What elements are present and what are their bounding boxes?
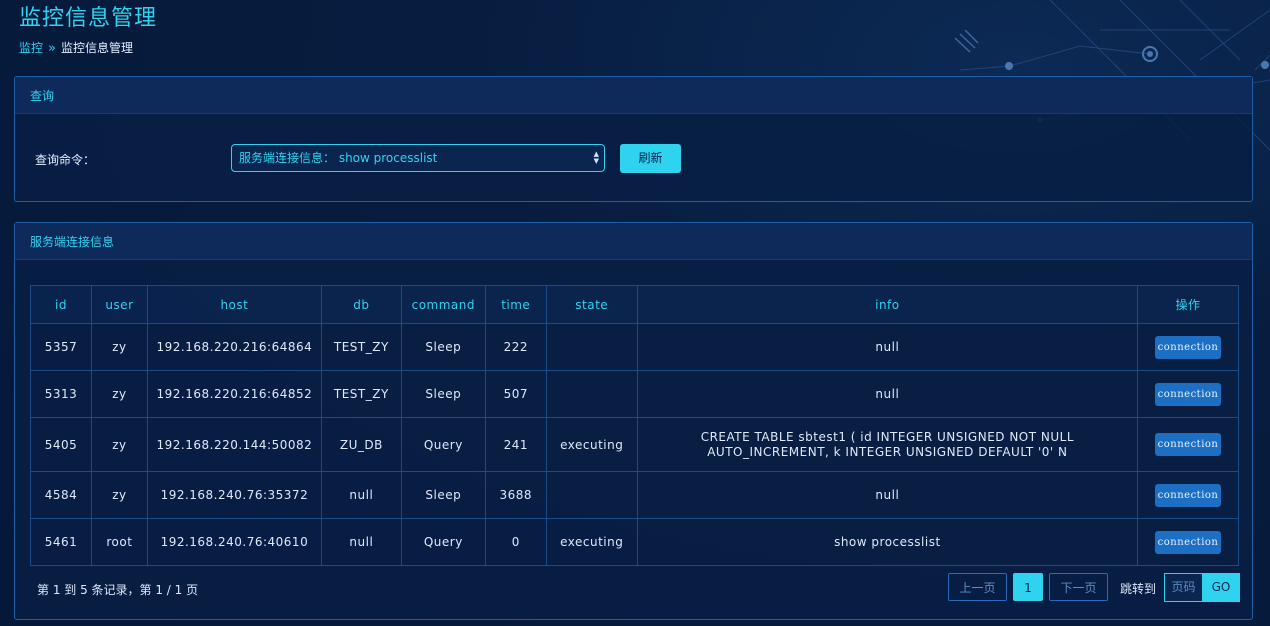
table-row: 5405 zy 192.168.220.144:50082 ZU_DB Quer… [30, 417, 1239, 472]
breadcrumb-current: 监控信息管理 [60, 41, 133, 55]
refresh-button[interactable]: 刷新 [620, 144, 681, 173]
next-page-button[interactable]: 下一页 [1049, 573, 1108, 601]
table-header-row: id user host db command time state info … [30, 285, 1239, 324]
jump-to-label: 跳转到 [1120, 582, 1157, 596]
select-updown-icon: ▲ ▼ [593, 150, 599, 165]
column-header-time[interactable]: time [484, 285, 547, 324]
connection-button[interactable]: connection [1155, 433, 1222, 456]
connection-info-panel: 服务端连接信息 id user host db command time sta… [14, 222, 1253, 620]
cell-info: CREATE TABLE sbtest1 ( id INTEGER UNSIGN… [636, 417, 1139, 472]
cell-host: 192.168.220.144:50082 [146, 417, 322, 472]
prev-page-button[interactable]: 上一页 [948, 573, 1007, 601]
cell-user: root [90, 518, 148, 566]
cell-state [545, 471, 638, 519]
page-number-button[interactable]: 1 [1013, 573, 1043, 601]
column-header-info[interactable]: info [636, 285, 1139, 324]
column-header-action: 操作 [1137, 285, 1239, 324]
column-header-user[interactable]: user [90, 285, 148, 324]
cell-action: connection [1137, 518, 1239, 566]
cell-user: zy [90, 471, 148, 519]
column-header-id[interactable]: id [30, 285, 92, 324]
cell-info-line2: AUTO_INCREMENT, k INTEGER UNSIGNED DEFAU… [707, 444, 1068, 459]
cell-time: 507 [484, 370, 547, 418]
connection-button[interactable]: connection [1155, 382, 1222, 406]
cell-host: 192.168.240.76:35372 [146, 471, 322, 519]
cell-info: null [636, 471, 1139, 519]
connection-button[interactable]: connection [1155, 335, 1222, 359]
page-number-input[interactable]: 页码 [1164, 573, 1202, 602]
table-row: 5313 zy 192.168.220.216:64852 TEST_ZY Sl… [30, 370, 1239, 418]
go-button[interactable]: GO [1202, 573, 1240, 602]
cell-user: zy [90, 323, 148, 371]
cell-host: 192.168.240.76:40610 [146, 518, 322, 566]
column-header-command[interactable]: command [400, 285, 486, 324]
cell-state: executing [545, 518, 638, 566]
pagination-summary: 第 1 到 5 条记录，第 1 / 1 页 [37, 583, 199, 597]
cell-time: 222 [484, 323, 547, 371]
column-header-state[interactable]: state [545, 285, 638, 324]
cell-id: 4584 [30, 471, 92, 519]
cell-command: Sleep [400, 323, 486, 371]
connection-table: id user host db command time state info … [30, 285, 1239, 566]
column-header-host[interactable]: host [146, 285, 322, 324]
query-command-selected-value: 服务端连接信息： show processlist [239, 151, 438, 165]
cell-info-line1: null [875, 339, 900, 354]
cell-db: null [320, 518, 402, 566]
cell-user: zy [90, 417, 148, 472]
query-command-label: 查询命令： [35, 153, 96, 167]
query-panel: 查询 查询命令： 服务端连接信息： show processlist ▲ ▼ 刷新 [14, 76, 1253, 202]
cell-info-line1: CREATE TABLE sbtest1 ( id INTEGER UNSIGN… [700, 429, 1075, 444]
table-row: 5461 root 192.168.240.76:40610 null Quer… [30, 518, 1239, 566]
cell-info: show processlist [636, 518, 1139, 566]
cell-command: Query [400, 417, 486, 472]
cell-db: ZU_DB [320, 417, 402, 472]
cell-state: executing [545, 417, 638, 472]
cell-info-line1: null [875, 487, 900, 502]
cell-info-line1: show processlist [834, 534, 941, 549]
cell-info-line1: null [875, 386, 900, 401]
cell-command: Sleep [400, 370, 486, 418]
cell-command: Query [400, 518, 486, 566]
cell-action: connection [1137, 417, 1239, 472]
cell-time: 241 [484, 417, 547, 472]
cell-db: TEST_ZY [320, 323, 402, 371]
cell-user: zy [90, 370, 148, 418]
table-row: 5357 zy 192.168.220.216:64864 TEST_ZY Sl… [30, 323, 1239, 371]
breadcrumb-separator-icon: » [48, 41, 56, 56]
connection-button[interactable]: connection [1155, 530, 1222, 554]
column-header-db[interactable]: db [320, 285, 402, 324]
cell-action: connection [1137, 471, 1239, 519]
cell-id: 5461 [30, 518, 92, 566]
cell-db: TEST_ZY [320, 370, 402, 418]
cell-id: 5357 [30, 323, 92, 371]
cell-time: 0 [484, 518, 547, 566]
cell-host: 192.168.220.216:64852 [146, 370, 322, 418]
cell-id: 5313 [30, 370, 92, 418]
table-row: 4584 zy 192.168.240.76:35372 null Sleep … [30, 471, 1239, 519]
cell-action: connection [1137, 370, 1239, 418]
query-command-select[interactable]: 服务端连接信息： show processlist ▲ ▼ [231, 144, 605, 172]
cell-info: null [636, 370, 1139, 418]
cell-state [545, 370, 638, 418]
cell-db: null [320, 471, 402, 519]
cell-time: 3688 [484, 471, 547, 519]
cell-info: null [636, 323, 1139, 371]
breadcrumb-link-monitor[interactable]: 监控 [19, 41, 43, 55]
query-panel-title: 查询 [15, 77, 1252, 114]
cell-action: connection [1137, 323, 1239, 371]
cell-state [545, 323, 638, 371]
page-title: 监控信息管理 [19, 6, 158, 31]
connection-button[interactable]: connection [1155, 483, 1222, 507]
cell-command: Sleep [400, 471, 486, 519]
cell-id: 5405 [30, 417, 92, 472]
connection-info-panel-title: 服务端连接信息 [15, 223, 1252, 260]
cell-host: 192.168.220.216:64864 [146, 323, 322, 371]
breadcrumb: 监控 » 监控信息管理 [19, 39, 133, 56]
